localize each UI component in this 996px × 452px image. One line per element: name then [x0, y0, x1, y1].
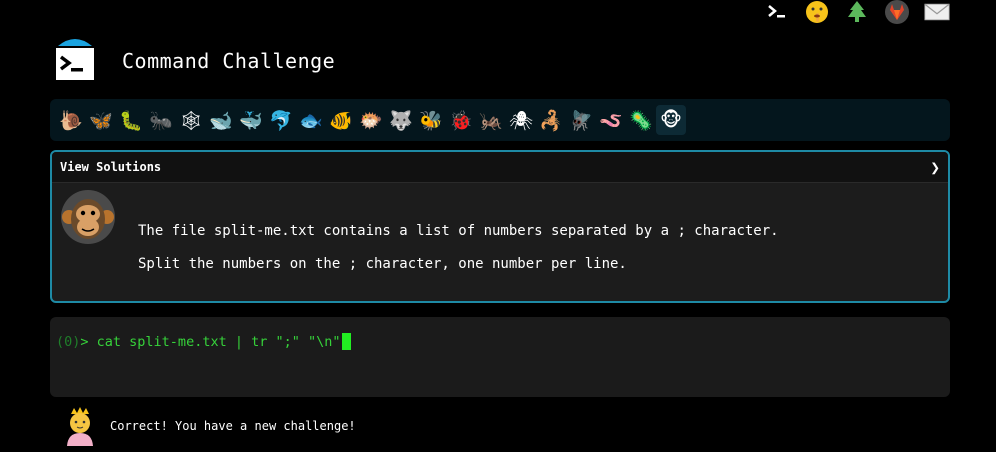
level-cricket-icon[interactable]: 🦗 [476, 105, 506, 135]
challenge-description: The file split-me.txt contains a list of… [138, 215, 779, 281]
level-fly-icon[interactable]: 🪰 [566, 105, 596, 135]
level-whale-spout-icon[interactable]: 🐳 [236, 105, 266, 135]
level-ant-icon[interactable]: 🐜 [146, 105, 176, 135]
terminal-icon[interactable] [764, 0, 790, 24]
prompt-arrow: > [80, 333, 89, 350]
level-fish-icon[interactable]: 🐟 [296, 105, 326, 135]
princess-icon [62, 406, 98, 446]
level-snail-icon[interactable]: 🐌 [56, 105, 86, 135]
tree-icon[interactable] [844, 0, 870, 24]
level-scorpion-icon[interactable]: 🦂 [536, 105, 566, 135]
app-header: Command Challenge [52, 38, 335, 84]
description-line-2: Split the numbers on the ; character, on… [138, 256, 627, 272]
level-whale-icon[interactable]: 🐋 [206, 105, 236, 135]
terminal-prompt-line[interactable]: (0) > cat split-me.txt | tr ";" "\n" [56, 333, 351, 350]
level-monkey-icon[interactable]: 🐵 [656, 105, 686, 135]
result-message: Correct! You have a new challenge! [110, 419, 356, 433]
level-worm-icon[interactable]: 🪱 [596, 105, 626, 135]
envelope-icon[interactable] [924, 0, 950, 24]
challenge-panel: View Solutions ❯ The file split-me.txt c… [50, 150, 950, 303]
level-progress-bar: 🐌 🦋 🐛 🐜 🕸 🐋 🐳 🐬 🐟 🐠 🐡 🐺 🐝 🐞 🦗 🕷 🦂 🪰 🪱 🦠 🐵 [50, 99, 950, 141]
view-solutions-toggle[interactable]: View Solutions ❯ [52, 152, 948, 183]
prompt-counter: (0) [56, 333, 81, 350]
challenge-body: The file split-me.txt contains a list of… [52, 183, 948, 301]
command-text[interactable]: cat split-me.txt | tr ";" "\n" [89, 334, 341, 350]
terminal-input-area[interactable]: (0) > cat split-me.txt | tr ";" "\n" [50, 317, 950, 397]
level-dolphin-icon[interactable]: 🐬 [266, 105, 296, 135]
level-caterpillar-icon[interactable]: 🐛 [116, 105, 146, 135]
level-spider-icon[interactable]: 🕷 [506, 105, 536, 135]
description-line-1: The file split-me.txt contains a list of… [138, 223, 779, 239]
terminal-cursor [341, 333, 351, 350]
top-icon-bar [764, 0, 950, 24]
level-blowfish-icon[interactable]: 🐡 [356, 105, 386, 135]
level-microbe-icon[interactable]: 🦠 [626, 105, 656, 135]
level-bee-icon[interactable]: 🐝 [416, 105, 446, 135]
level-wolf-icon[interactable]: 🐺 [386, 105, 416, 135]
shushing-face-icon[interactable] [804, 0, 830, 24]
app-logo-icon[interactable] [52, 38, 98, 84]
result-banner: Correct! You have a new challenge! [62, 406, 356, 446]
level-spider-web-icon[interactable]: 🕸 [176, 105, 206, 135]
level-butterfly-icon[interactable]: 🦋 [86, 105, 116, 135]
app-title: Command Challenge [122, 49, 336, 73]
level-tropical-fish-icon[interactable]: 🐠 [326, 105, 356, 135]
view-solutions-label: View Solutions [60, 160, 162, 174]
chevron-right-icon[interactable]: ❯ [930, 158, 940, 177]
level-ladybug-icon[interactable]: 🐞 [446, 105, 476, 135]
gitlab-icon[interactable] [884, 0, 910, 24]
monkey-avatar-icon [60, 189, 116, 245]
